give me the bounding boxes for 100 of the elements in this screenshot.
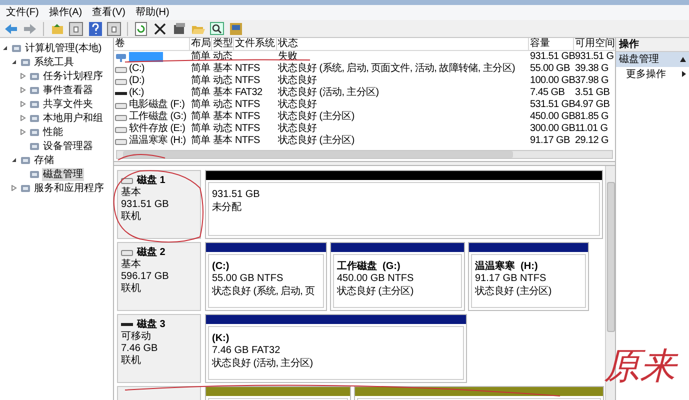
table-cell-text: 基本 [213,63,232,74]
table-cell: 电影磁盘 (F:) [129,99,185,111]
table-cell: NTFS [235,63,260,75]
table-cell-text: 状态良好 [278,75,317,86]
table-cell: 状态良好 (主分区) [278,135,354,147]
table-cell-text: 简单 [191,51,210,62]
disk-name: 磁盘 2 [137,246,166,258]
tree-item[interactable]: 计算机管理(本地) [24,42,103,54]
table-cell-text: 动态 [213,75,232,86]
disk-type: 基本 [121,187,142,199]
table-cell-text: 状态良好 [278,123,317,134]
tree-item[interactable]: 性能 [42,126,64,138]
menu-item[interactable]: 操作(A) [48,6,82,20]
table-cell: NTFS [235,75,260,87]
partition-status: 状态良好 (活动, 主分区) [212,357,313,370]
table-cell: (D:) [129,75,144,87]
table-cell: NTFS [235,111,260,123]
partition[interactable]: (K:) 7.46 GB FAT32 状态良好 (活动, 主分区) [205,314,467,383]
partition-name: 温温寒寒 (H:) [475,261,538,273]
tree-item[interactable]: 任务计划程序 [42,70,104,82]
table-cell: 工作磁盘 (G:) [129,111,186,123]
tree-item[interactable]: 设备管理器 [42,140,94,152]
table-cell: NTFS [235,123,260,135]
tree-item[interactable]: 磁盘管理 [42,168,84,180]
table-cell: 11.01 G [575,123,608,135]
table-cell-text: 简单 [191,99,210,110]
table-cell: 基本 [213,135,232,147]
table-cell-text: 简单 [191,123,210,134]
disk-status: 联机 [121,355,142,367]
partition[interactable]: 温温寒寒 (H:) 91.17 GB NTFS 状态良好 (主分区) [468,242,589,311]
partition-status: 状态良好 (系统, 启动, 页 [212,285,315,298]
tree-item[interactable]: 存储 [33,154,55,166]
menu-item[interactable]: 帮助(H) [135,6,170,20]
partition-status: 状态良好 (主分区) [475,285,552,298]
column-header[interactable]: 布局 [190,38,212,50]
partition-size: 91.17 GB NTFS [475,273,546,285]
table-cell-text: 简单 [191,63,210,74]
table-cell-text: 状态良好 (活动, 主分区) [278,87,379,98]
table-cell: 温温寒寒 (H:) [129,135,186,147]
table-cell-text: 简单 [191,75,210,86]
table-cell: 531.51 GB [530,99,576,111]
disk-type: 基本 [121,259,142,271]
table-cell: 4.97 GB [575,99,610,111]
disk-name: 磁盘 3 [137,318,166,331]
partition-name: (C:) [212,261,230,273]
table-cell: NTFS [235,99,260,111]
menu-item[interactable]: 文件(F) [6,6,39,20]
partition-size: 55.00 GB NTFS [212,273,284,285]
table-cell-text: 动态 [213,99,232,110]
table-cell-text: 动态 [213,123,232,134]
table-cell: (C:) [129,63,144,75]
actions-header: 操作 [616,38,689,52]
tree-item[interactable]: 事件查看器 [42,84,94,96]
table-cell-text: 基本 [213,87,232,98]
table-cell: 931.51 G [575,51,614,63]
table-cell: FAT32 [235,87,262,99]
disk-size: 596.17 GB [121,271,170,282]
column-header[interactable]: 状态 [277,38,529,50]
table-cell-text: 状态良好 (主分区) [278,111,354,122]
table-cell: 简单 [191,135,210,147]
table-cell-text: 状态良好 [278,99,317,110]
disk-status: 联机 [121,283,142,295]
table-cell: 39.38 G [575,63,608,75]
table-cell-text: 简单 [191,111,210,122]
column-header[interactable]: 类型 [212,38,234,50]
table-cell: 37.98 G [575,75,608,87]
partition-status: 状态良好 (主分区) [337,285,414,298]
disk-status: 联机 [121,211,142,223]
table-cell: 81.85 G [575,111,608,123]
disk-info-panel[interactable]: 磁盘 3 可移动 7.46 GB 联机 [117,314,201,383]
table-cell: 7.45 GB [530,87,565,99]
table-cell: 29.12 G [575,135,608,147]
disk-info-panel[interactable]: 磁盘 1 基本 931.51 GB 联机 [117,170,201,239]
action-item[interactable]: 更多操作 [616,67,689,81]
table-cell: 55.00 GB [530,63,570,75]
tree-item[interactable]: 本地用户和组 [42,112,104,124]
tree-item[interactable]: 共享文件夹 [42,98,94,110]
menu-item[interactable]: 查看(V) [92,6,126,20]
handwritten-note: 原来 [604,346,676,388]
table-cell-text: 基本 [213,111,232,122]
actions-section[interactable]: 磁盘管理 [616,52,689,67]
table-cell: NTFS [235,135,260,147]
disk-size: 7.46 GB [121,343,159,354]
disk-type: 可移动 [121,331,152,343]
disk-info-panel[interactable]: 磁盘 2 基本 596.17 GB 联机 [117,242,201,311]
table-cell: 100.00 GB [530,75,576,87]
partition[interactable]: (C:) 55.00 GB NTFS 状态良好 (系统, 启动, 页 [205,242,327,311]
column-header[interactable]: 卷 [114,38,190,50]
tree-item[interactable]: 系统工具 [33,56,75,68]
partition[interactable]: 工作磁盘 (G:) 450.00 GB NTFS 状态良好 (主分区) [330,242,465,311]
partition[interactable]: 931.51 GB 未分配 [205,170,603,239]
tree-item[interactable]: 服务和应用程序 [33,182,105,194]
disk-name: 磁盘 1 [137,174,166,186]
partition-status: 未分配 [212,201,242,214]
table-cell-text: 软件存放 (E:) [129,123,186,134]
table-cell: 450.00 GB [530,111,576,123]
partition-name: 工作磁盘 (G:) [337,261,400,273]
partition-size: 7.46 GB FAT32 [212,345,280,357]
table-cell: 931.51 GB [530,51,576,63]
partition-size: 931.51 GB [212,189,260,201]
